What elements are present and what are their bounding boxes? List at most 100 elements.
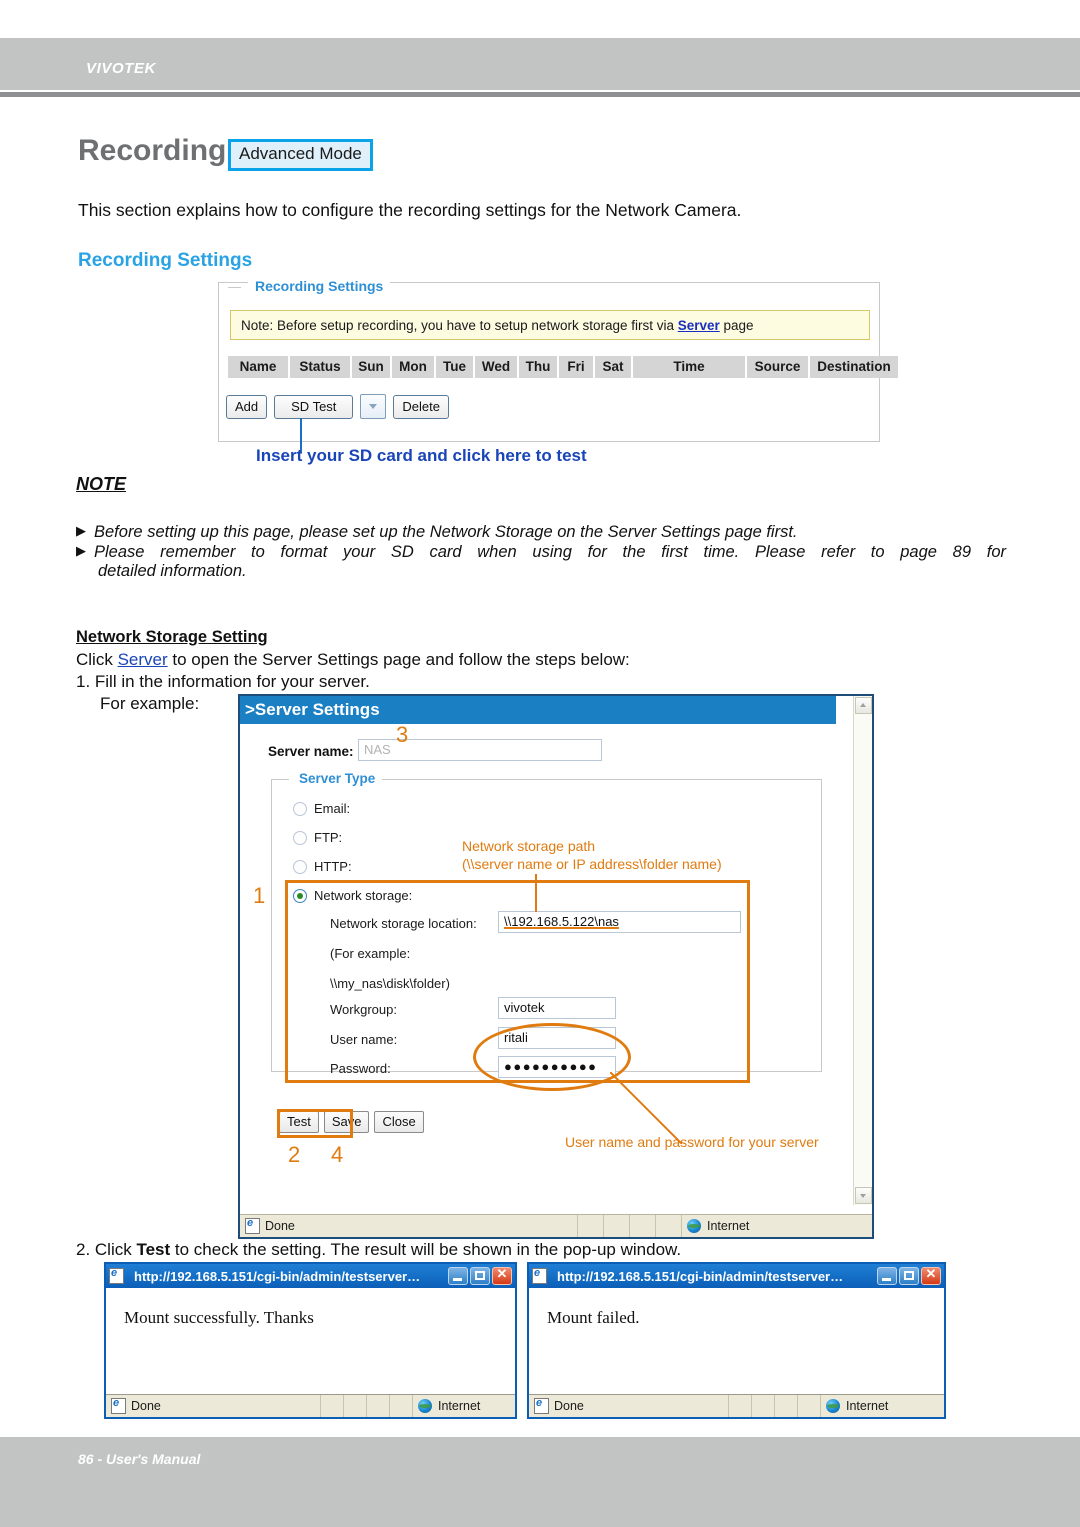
password-label: Password:	[330, 1061, 391, 1076]
server-type-legend: Server Type	[294, 771, 381, 786]
note-heading: NOTE	[76, 474, 127, 494]
radio-network-storage-icon[interactable]	[293, 888, 307, 903]
step-1-text: 1. Fill in the information for your serv…	[76, 672, 370, 691]
popup1-zone-text: Internet	[438, 1399, 481, 1413]
recording-column-header: Sun	[352, 356, 392, 378]
bullet-arrow-icon-2: ▶	[76, 543, 86, 558]
server-link-instruction[interactable]: Server	[118, 650, 168, 669]
ie-document-icon-status-1	[111, 1397, 126, 1414]
popup-success-title: http://192.168.5.151/cgi-bin/admin/tests…	[134, 1268, 421, 1284]
radio-row-http[interactable]: HTTP:	[293, 859, 352, 874]
maximize-icon-1[interactable]	[470, 1267, 490, 1285]
ie-document-icon-popup-2	[532, 1267, 547, 1284]
ie-document-icon-status-2	[534, 1397, 549, 1414]
popup-success-titlebar: http://192.168.5.151/cgi-bin/admin/tests…	[106, 1264, 515, 1288]
statusbar-pane-2	[578, 1215, 604, 1237]
username-input[interactable]: ritali	[498, 1027, 616, 1049]
popup-window-success: http://192.168.5.151/cgi-bin/admin/tests…	[104, 1262, 517, 1419]
marker-3: 3	[396, 722, 409, 747]
server-settings-titlebar: >Server Settings	[240, 696, 836, 724]
close-button[interactable]: Close	[374, 1111, 424, 1133]
delete-button[interactable]: Delete	[393, 394, 449, 419]
radio-network-storage-label: Network storage:	[314, 888, 413, 903]
recording-column-header: Thu	[519, 356, 559, 378]
minimize-icon-1[interactable]	[448, 1267, 468, 1285]
radio-http-icon[interactable]	[293, 859, 307, 874]
radio-row-email[interactable]: Email:	[293, 801, 350, 816]
radio-row-ftp[interactable]: FTP:	[293, 830, 342, 845]
step2-suffix: to check the setting. The result will be…	[170, 1240, 682, 1259]
server-settings-scrollbar[interactable]	[853, 696, 872, 1205]
radio-http-label: HTTP:	[314, 859, 352, 874]
popup2-zone-pane: Internet	[821, 1395, 944, 1417]
popup1-pane-5	[390, 1395, 413, 1417]
network-storage-location-label: Network storage location:	[330, 916, 477, 931]
close-icon-1[interactable]	[492, 1266, 512, 1285]
statusbar-zone-pane: Internet	[682, 1215, 872, 1237]
radio-ftp-label: FTP:	[314, 830, 343, 845]
popup1-pane-3	[344, 1395, 367, 1417]
radio-email-label: Email:	[314, 801, 351, 816]
ie-document-icon	[245, 1217, 260, 1234]
recording-note-box: Note: Before setup recording, you have t…	[230, 310, 870, 340]
popup2-status-pane: Done	[529, 1395, 729, 1417]
workgroup-label: Workgroup:	[330, 1002, 397, 1017]
test-button[interactable]: Test	[279, 1111, 319, 1133]
popup-failure-statusbar: Done Internet	[529, 1395, 944, 1417]
recording-table-header: Name Status Sun Mon Tue Wed Thu Fri Sat Time Sourc…	[228, 356, 900, 378]
note-bullet-2-text: Please remember to format your SD card w…	[94, 543, 1006, 561]
sd-test-dropdown[interactable]	[360, 394, 387, 419]
network-storage-location-value: \\192.168.5.122\nas	[504, 914, 619, 929]
click-prefix: Click	[76, 650, 118, 669]
recording-column-header: Fri	[559, 356, 595, 378]
popup-window-failure: http://192.168.5.151/cgi-bin/admin/tests…	[527, 1262, 946, 1419]
globe-icon-popup-2	[826, 1399, 840, 1413]
fieldset-top-right-line	[382, 779, 822, 780]
popup2-pane-3	[752, 1395, 775, 1417]
note-bullet-2: ▶ Please remember to format your SD card …	[76, 543, 1011, 581]
popup-success-message: Mount successfully. Thanks	[124, 1308, 314, 1327]
click-suffix: to open the Server Settings page and fol…	[167, 650, 630, 669]
popup1-status-pane: Done	[106, 1395, 321, 1417]
scroll-up-icon[interactable]	[855, 697, 872, 714]
fieldset-top-left-line	[271, 779, 289, 780]
workgroup-input[interactable]: vivotek	[498, 997, 616, 1019]
statusbar-pane-3	[604, 1215, 630, 1237]
network-storage-instruction: Click Server to open the Server Settings…	[76, 650, 630, 670]
recording-action-buttons: Add SD Test Delete	[226, 394, 449, 419]
network-storage-location-input[interactable]: \\192.168.5.122\nas	[498, 911, 741, 933]
marker-1: 1	[253, 883, 266, 908]
server-link-note[interactable]: Server	[678, 318, 720, 333]
network-storage-setting-heading: Network Storage Setting	[76, 628, 268, 646]
popup2-pane-5	[798, 1395, 821, 1417]
recording-column-header: Name	[228, 356, 290, 378]
close-icon-2[interactable]	[921, 1266, 941, 1285]
ie-document-icon-popup-1	[109, 1267, 124, 1284]
popup1-zone-pane: Internet	[413, 1395, 515, 1417]
radio-row-network-storage[interactable]: Network storage:	[293, 888, 412, 903]
credentials-callout-text: User name and password for your server	[565, 1134, 819, 1150]
server-name-input[interactable]: NAS	[358, 739, 602, 761]
statusbar-pane-4	[630, 1215, 656, 1237]
page-title: Recording	[78, 134, 227, 167]
popup-failure-title: http://192.168.5.151/cgi-bin/admin/tests…	[557, 1268, 844, 1284]
scroll-down-icon[interactable]	[855, 1187, 872, 1204]
recording-column-header: Sat	[595, 356, 633, 378]
add-button[interactable]: Add	[226, 394, 268, 419]
step2-bold: Test	[136, 1240, 171, 1259]
marker-4: 4	[331, 1142, 344, 1167]
popup2-pane-4	[775, 1395, 798, 1417]
popup-failure-body: Mount failed.	[529, 1288, 944, 1395]
password-input[interactable]: ●●●●●●●●●●	[498, 1056, 616, 1078]
network-storage-path-callout: Network storage path (\\server name or I…	[462, 837, 722, 873]
radio-email-icon[interactable]	[293, 801, 307, 816]
radio-ftp-icon[interactable]	[293, 830, 307, 845]
sd-test-button[interactable]: SD Test	[274, 394, 354, 419]
minimize-icon-2[interactable]	[877, 1267, 897, 1285]
save-button[interactable]: Save	[323, 1111, 370, 1133]
fieldset-tick	[228, 287, 241, 288]
recording-column-header: Time	[633, 356, 747, 378]
step2-prefix: 2. Click	[76, 1240, 137, 1259]
maximize-icon-2[interactable]	[899, 1267, 919, 1285]
popup1-status-text: Done	[131, 1399, 161, 1413]
